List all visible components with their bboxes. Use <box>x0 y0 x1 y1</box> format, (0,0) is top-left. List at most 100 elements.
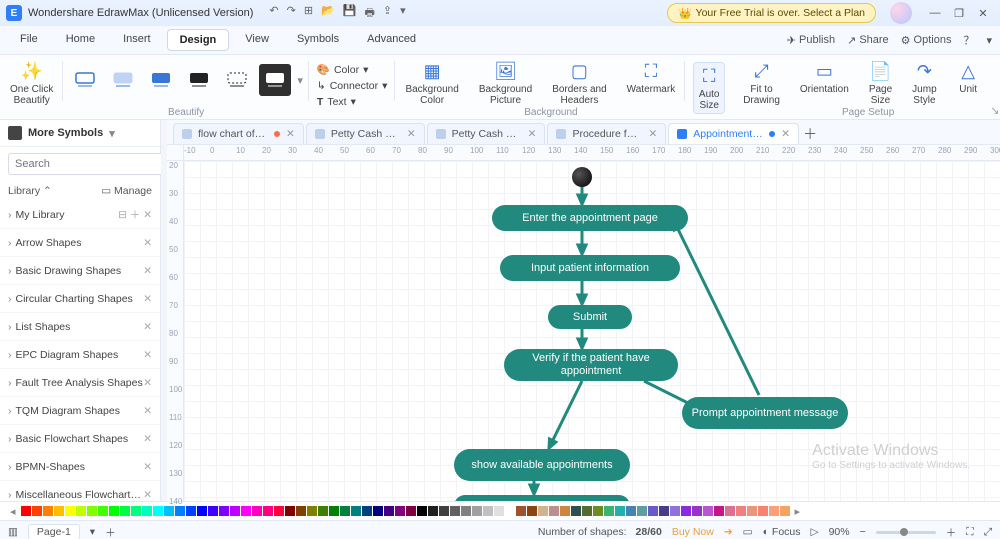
color-swatch[interactable] <box>263 506 273 516</box>
menu-home[interactable]: Home <box>54 29 107 51</box>
color-swatch[interactable] <box>703 506 713 516</box>
color-swatch[interactable] <box>21 506 31 516</box>
document-tab[interactable]: Procedure for U...✕ <box>547 123 666 144</box>
minimize-button[interactable]: — <box>924 4 946 22</box>
orientation-button[interactable]: ▭Orientation <box>796 58 853 97</box>
color-swatch[interactable] <box>692 506 702 516</box>
unit-button[interactable]: △Unit <box>953 58 983 97</box>
color-swatch[interactable] <box>648 506 658 516</box>
symbol-search-input[interactable] <box>8 153 164 175</box>
color-swatch[interactable] <box>461 506 471 516</box>
library-category[interactable]: ›List Shapes✕ <box>0 313 160 341</box>
color-swatch[interactable] <box>340 506 350 516</box>
fullscreen-icon[interactable]: ⤢ <box>984 526 992 539</box>
library-category[interactable]: ›BPMN-Shapes✕ <box>0 453 160 481</box>
export-icon[interactable]: ⇪ <box>383 4 392 23</box>
color-swatch[interactable] <box>153 506 163 516</box>
background-picture-button[interactable]: 🖼Background Picture <box>475 58 536 108</box>
add-page-button[interactable]: ＋ <box>105 525 116 539</box>
close-icon[interactable]: ✕ <box>648 128 657 140</box>
close-icon[interactable]: ✕ <box>143 461 152 473</box>
color-swatch[interactable] <box>219 506 229 516</box>
color-swatch[interactable] <box>186 506 196 516</box>
color-swatch[interactable] <box>164 506 174 516</box>
close-icon[interactable]: ✕ <box>143 433 152 445</box>
page-tab[interactable]: Page-1 <box>28 524 80 539</box>
color-swatch[interactable] <box>285 506 295 516</box>
theme-style-1[interactable] <box>69 64 101 96</box>
menu-advanced[interactable]: Advanced <box>355 29 428 51</box>
menu-file[interactable]: File <box>8 29 50 51</box>
color-swatch[interactable] <box>307 506 317 516</box>
buy-now-link[interactable]: Buy Now <box>672 526 714 538</box>
color-swatch[interactable] <box>582 506 592 516</box>
color-swatch[interactable] <box>516 506 526 516</box>
color-dropdown[interactable]: 🎨Color ▾ <box>315 62 390 77</box>
color-swatch[interactable] <box>736 506 746 516</box>
close-icon[interactable]: ✕ <box>143 405 152 417</box>
manage-library-button[interactable]: ▭ Manage <box>101 185 152 197</box>
menu-more-icon[interactable]: ▾ <box>986 32 992 48</box>
library-category[interactable]: ›Basic Flowchart Shapes✕ <box>0 425 160 453</box>
gallery-expand-icon[interactable]: ▾ <box>297 74 303 87</box>
color-swatch[interactable] <box>472 506 482 516</box>
flowchart-node[interactable]: Input patient information <box>500 255 680 281</box>
color-swatch[interactable] <box>527 506 537 516</box>
menu-symbols[interactable]: Symbols <box>285 29 351 51</box>
fit-page-icon[interactable]: ⛶ <box>966 526 973 539</box>
color-swatch[interactable] <box>120 506 130 516</box>
close-icon[interactable]: ✕ <box>407 128 416 140</box>
close-icon[interactable]: ✕ <box>286 128 295 140</box>
library-category[interactable]: ›EPC Diagram Shapes✕ <box>0 341 160 369</box>
color-swatch[interactable] <box>54 506 64 516</box>
qat-more-icon[interactable]: ▾ <box>400 4 406 23</box>
trial-notice[interactable]: 👑 Your Free Trial is over. Select a Plan <box>667 3 876 23</box>
zoom-out-button[interactable]: − <box>860 526 866 538</box>
user-avatar[interactable] <box>890 2 912 24</box>
publish-button[interactable]: ✈ Publish <box>787 32 835 48</box>
fit-drawing-button[interactable]: ⤢Fit to Drawing <box>739 58 784 108</box>
options-button[interactable]: ⚙ Options <box>901 32 952 48</box>
color-swatch[interactable] <box>604 506 614 516</box>
page-size-button[interactable]: 📄Page Size <box>865 58 896 108</box>
color-swatch[interactable] <box>681 506 691 516</box>
background-color-button[interactable]: ▦Background Color <box>401 58 462 108</box>
vertical-ruler[interactable]: 2030405060708090100110120130140 <box>167 161 184 501</box>
flowchart-node[interactable]: patient chooses an <box>454 495 630 501</box>
outline-icon[interactable]: ▥ <box>8 526 18 538</box>
color-swatch[interactable] <box>659 506 669 516</box>
close-icon[interactable]: ✕ <box>143 377 152 389</box>
text-dropdown[interactable]: TText ▾ <box>315 95 390 109</box>
library-category[interactable]: ›Miscellaneous Flowchart Sh...✕ <box>0 481 160 501</box>
symbols-panel-header[interactable]: More Symbols▾ <box>0 120 160 147</box>
focus-toggle[interactable]: ◐ Focus <box>763 526 801 538</box>
close-icon[interactable]: ✕ <box>528 128 537 140</box>
color-swatch[interactable] <box>32 506 42 516</box>
color-swatch[interactable] <box>208 506 218 516</box>
flowchart-node[interactable]: Prompt appointment message <box>682 397 848 429</box>
close-icon[interactable]: ✕ <box>143 489 152 501</box>
color-swatch[interactable] <box>428 506 438 516</box>
library-category[interactable]: ›My Library⊟ ＋ ✕ <box>0 201 160 229</box>
close-icon[interactable]: ✕ <box>143 349 152 361</box>
connector-dropdown[interactable]: ↳Connector ▾ <box>315 79 390 93</box>
close-button[interactable]: ✕ <box>972 4 994 22</box>
library-category[interactable]: ›Basic Drawing Shapes✕ <box>0 257 160 285</box>
color-swatch[interactable] <box>98 506 108 516</box>
undo-icon[interactable]: ↶ <box>269 4 278 23</box>
ribbon-launcher-icon[interactable]: ↘ <box>990 55 1000 119</box>
color-swatch[interactable] <box>725 506 735 516</box>
color-swatch[interactable] <box>417 506 427 516</box>
menu-view[interactable]: View <box>233 29 281 51</box>
color-swatch[interactable] <box>395 506 405 516</box>
close-icon[interactable]: ✕ <box>143 265 152 277</box>
color-swatch[interactable] <box>747 506 757 516</box>
library-category[interactable]: ›Circular Charting Shapes✕ <box>0 285 160 313</box>
theme-style-2[interactable] <box>107 64 139 96</box>
color-swatch[interactable] <box>274 506 284 516</box>
one-click-beautify-button[interactable]: ✨ One Click Beautify <box>6 58 57 108</box>
color-swatch[interactable] <box>439 506 449 516</box>
flowchart-node[interactable]: Submit <box>548 305 632 329</box>
document-tab[interactable]: Petty Cash Proc...✕ <box>427 123 546 144</box>
close-icon[interactable]: ✕ <box>143 237 152 249</box>
